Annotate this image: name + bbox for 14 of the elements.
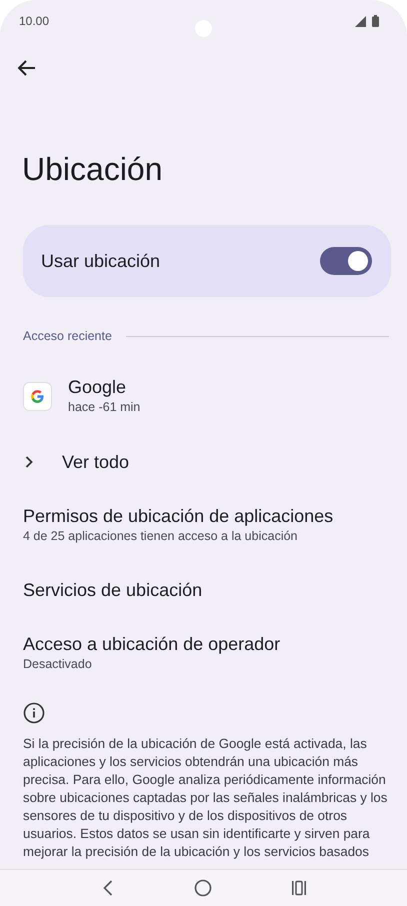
section-title: Acceso reciente — [23, 329, 112, 343]
toggle-label: Usar ubicación — [41, 250, 160, 272]
toggle-card[interactable]: Usar ubicación — [23, 225, 391, 297]
setting-title[interactable]: Acceso a ubicación de operador — [23, 633, 407, 655]
app-access-time: hace -61 min — [68, 399, 140, 416]
setting-title[interactable]: Servicios de ubicación — [23, 579, 407, 601]
setting-title[interactable]: Permisos de ubicación de aplicaciones — [23, 505, 407, 527]
setting-summary: Desactivado — [23, 656, 93, 673]
setting-summary: 4 de 25 aplicaciones tienen acceso a la ubicación — [23, 528, 298, 545]
see-all-link[interactable]: Ver todo — [62, 451, 130, 473]
page-title: Ubicación — [22, 150, 164, 189]
info-paragraph: Si la precisión de la ubicación de Google está activada, las aplicaciones y los servicios obtendrán una ubicación más precisa. Para ello, Google analiza periódicamente información sobre ubicaciones captadas por las señales inalámbricas y los sensores de tu dispositivo y de los dispositivos de otros usuarios. Estos datos se usan sin identificarte y sirven para mejorar la precisión de la ubicación y los servicios basados — [23, 735, 388, 861]
status-time: 10.00 — [19, 14, 50, 28]
app-name: Google — [68, 376, 128, 398]
